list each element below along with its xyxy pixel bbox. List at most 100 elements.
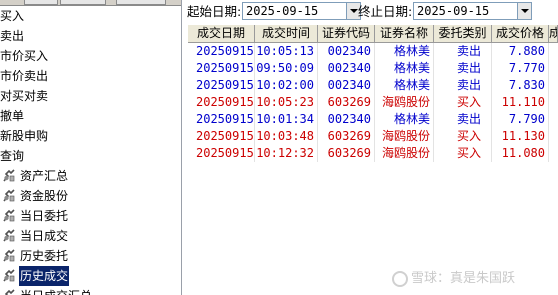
table-cell: 海鸥股份 (375, 145, 434, 162)
table-row[interactable]: 20250915 10:02:00 002340 格林美 卖出 7.830 (188, 77, 558, 94)
table-cell: 格林美 (375, 77, 434, 94)
tree-item-label: 当日委托 (20, 209, 69, 223)
end-date-label: 终止日期: (358, 4, 413, 19)
tree-item[interactable]: 历史成交 (0, 266, 181, 286)
table-row[interactable]: 20250915 10:01:34 002340 格林美 卖出 7.790 (188, 111, 558, 128)
table-cell: 11.130 (492, 128, 549, 145)
sidebar-tab-strip (0, 0, 181, 6)
table-cell: 603269 (318, 145, 375, 162)
table-cell: 卖出 (434, 111, 492, 128)
tools-icon (2, 169, 16, 183)
start-date-picker[interactable]: 2025-09-15 (242, 2, 361, 20)
date-filter-bar: 起始日期: 2025-09-15 终止日期: 2025-09-15 (182, 0, 558, 24)
table-row[interactable]: 20250915 10:03:48 603269 海鸥股份 买入 11.130 (188, 128, 558, 145)
column-header[interactable]: 证券名称 (375, 25, 434, 42)
table-cell: 10:05:13 (255, 43, 318, 60)
table-cell: 603269 (318, 128, 375, 145)
table-cell: 买入 (434, 128, 492, 145)
end-date-picker[interactable]: 2025-09-15 (413, 2, 532, 20)
table-cell: 买入 (434, 94, 492, 111)
tree-item[interactable]: 当日委托 (0, 206, 181, 226)
menu-item[interactable]: 买入 (0, 6, 181, 26)
table-cell: 20250915 (188, 111, 255, 128)
table-cell: 7.790 (492, 111, 549, 128)
table-cell: 卖出 (434, 60, 492, 77)
tree-item[interactable]: 当日成交汇总 (0, 286, 181, 295)
tools-icon (2, 269, 16, 283)
column-header[interactable]: 成交时间 (255, 25, 318, 42)
tree-item-label: 资金股份 (20, 189, 69, 203)
menu-item[interactable]: 市价卖出 (0, 66, 181, 86)
sidebar-tab[interactable] (24, 0, 58, 5)
table-cell: 10:12:32 (255, 145, 318, 162)
menu-item[interactable]: 市价买入 (0, 46, 181, 66)
table-cell: 09:50:09 (255, 60, 318, 77)
table-cell: 买入 (434, 145, 492, 162)
sidebar-tab[interactable] (60, 0, 106, 5)
table-cell: 10:02:00 (255, 77, 318, 94)
table-cell: 7.770 (492, 60, 549, 77)
tools-icon (2, 189, 16, 203)
table-cell: 11.110 (492, 94, 549, 111)
trade-history-table: 成交日期成交时间证券代码证券名称委托类别成交价格成 2025091510:05:… (188, 25, 558, 295)
tree-item[interactable]: 资产汇总 (0, 166, 181, 186)
tree-item-label: 资产汇总 (20, 169, 69, 183)
table-cell: 10:01:34 (255, 111, 318, 128)
sidebar-tab[interactable] (116, 0, 166, 5)
tree-item[interactable]: 当日成交 (0, 226, 181, 246)
table-cell: 20250915 (188, 145, 255, 162)
tree-item-label: 当日成交汇总 (19, 286, 93, 295)
menu-item[interactable]: 对买对卖 (0, 86, 181, 106)
table-cell: 002340 (318, 77, 375, 94)
query-tree: 资产汇总资金股份当日委托当日成交历史委托历史成交当日成交汇总 (0, 166, 181, 295)
table-cell: 20250915 (188, 94, 255, 111)
table-cell: 格林美 (375, 60, 434, 77)
start-date-value: 2025-09-15 (246, 4, 319, 18)
menu-item[interactable]: 新股申购 (0, 126, 181, 146)
table-cell: 海鸥股份 (375, 128, 434, 145)
menu-item[interactable]: 卖出 (0, 26, 181, 46)
column-header[interactable]: 成交价格 (492, 25, 549, 42)
tree-item-label: 当日成交 (20, 229, 69, 243)
column-header[interactable]: 成 (549, 25, 558, 42)
tree-item-label: 历史成交 (19, 266, 70, 286)
column-header[interactable]: 证券代码 (318, 25, 375, 42)
sidebar-nav: 买入 卖出 市价买入 市价卖出 对买对卖 撤单 新股申购 查询 资产汇总资金股份当日委托当日成… (0, 0, 182, 295)
table-cell: 10:03:48 (255, 128, 318, 145)
menu-item[interactable]: 查询 (0, 146, 181, 166)
table-cell: 002340 (318, 43, 375, 60)
tree-item[interactable]: 资金股份 (0, 186, 181, 206)
table-cell: 20250915 (188, 77, 255, 94)
tools-icon (2, 289, 16, 295)
table-cell: 11.080 (492, 145, 549, 162)
table-cell: 002340 (318, 111, 375, 128)
table-cell: 卖出 (434, 77, 492, 94)
chevron-down-icon[interactable] (517, 3, 531, 19)
table-cell: 002340 (318, 60, 375, 77)
trade-menu: 买入 卖出 市价买入 市价卖出 对买对卖 撤单 新股申购 查询 (0, 6, 181, 166)
tools-icon (2, 249, 16, 263)
menu-item[interactable]: 撤单 (0, 106, 181, 126)
table-row[interactable]: 20250915 10:12:32 603269 海鸥股份 买入 11.080 (188, 145, 558, 162)
watermark-text: 雪球：真是朱国跃 (411, 271, 516, 286)
snowball-logo-icon (392, 270, 408, 287)
table-cell: 20250915 (188, 43, 255, 60)
end-date-value: 2025-09-15 (417, 4, 490, 18)
tree-item-label: 历史委托 (20, 249, 69, 263)
watermark: 雪球：真是朱国跃 (392, 268, 515, 290)
table-row[interactable]: 20250915 09:50:09 002340 格林美 卖出 7.770 (188, 60, 558, 77)
column-header[interactable]: 成交日期 (188, 25, 255, 42)
start-date-label: 起始日期: (187, 4, 242, 19)
tree-item[interactable]: 历史委托 (0, 246, 181, 266)
tools-icon (2, 209, 16, 223)
table-cell: 7.880 (492, 43, 549, 60)
table-cell: 20250915 (188, 60, 255, 77)
table-row[interactable]: 20250915 10:05:13 002340 格林美 卖出 7.880 (188, 43, 558, 60)
table-cell: 7.830 (492, 77, 549, 94)
table-cell: 603269 (318, 94, 375, 111)
column-header[interactable]: 委托类别 (434, 25, 492, 42)
table-cell: 10:05:23 (255, 94, 318, 111)
table-cell: 20250915 (188, 128, 255, 145)
table-row[interactable]: 20250915 10:05:23 603269 海鸥股份 买入 11.110 (188, 94, 558, 111)
table-cell: 格林美 (375, 111, 434, 128)
